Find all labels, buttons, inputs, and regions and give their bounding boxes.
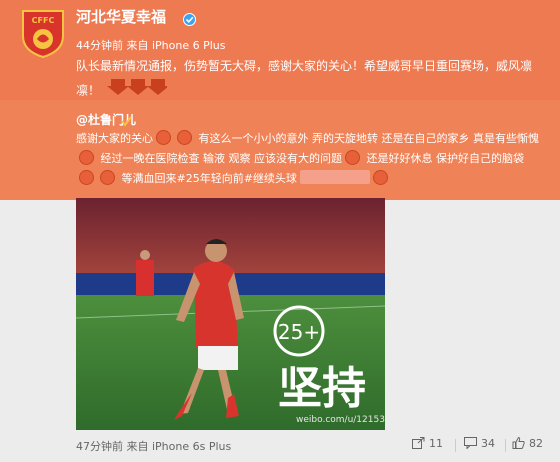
comment-button[interactable]: 34 (464, 437, 495, 452)
repost-seg-5[interactable]: 等满血回来#25年轻向前#继续头球 (122, 172, 297, 185)
post-text-block: 队长最新情况通报，伤势暂无大碍，感谢大家的关心！希望威哥早日重回赛场，威风凛凛！ (76, 54, 546, 104)
overlay-number: 25+ (278, 320, 320, 344)
share-button[interactable]: 11 (412, 437, 443, 452)
surprise-emoji-icon (79, 170, 94, 185)
post-photo[interactable]: 25+ 坚持 weibo.com/u/12153 (76, 198, 385, 430)
post-meta[interactable]: 44分钟前 来自 iPhone 6 Plus (76, 37, 226, 53)
shy-emoji-icon (79, 150, 94, 165)
overlay-word: 坚持 (278, 363, 366, 414)
share-icon (412, 437, 425, 452)
grin-emoji-icon (177, 130, 192, 145)
photo-watermark: weibo.com/u/12153 (296, 415, 385, 425)
repost-seg-2: 有这么一个小小的意外 弄的天旋地转 还是在自己的家乡 真是有些惭愧 (198, 132, 540, 145)
repost-seg-4: 还是好好休息 保护好自己的脑袋 (366, 152, 525, 165)
cry-emoji-icon (100, 170, 115, 185)
like-button[interactable]: 82 (512, 436, 543, 452)
divider (505, 439, 506, 452)
comment-count: 34 (481, 437, 495, 450)
logo-text: CFFC (32, 16, 55, 25)
account-name[interactable]: 河北华夏幸福 (76, 6, 166, 27)
comment-icon (464, 437, 477, 452)
club-logo-icon[interactable]: CFFC (20, 8, 66, 58)
smile-emoji-icon (156, 130, 171, 145)
thumbs-up-icon (512, 436, 525, 452)
photo-overlay-badge: 25+ 坚持 (272, 305, 382, 415)
repost-meta[interactable]: 47分钟前 来自 iPhone 6s Plus (76, 438, 231, 454)
like-count: 82 (529, 437, 543, 450)
divider (455, 439, 456, 452)
repost-seg-1: 感谢大家的关心 (76, 132, 153, 145)
nod-emoji-icon (345, 150, 360, 165)
share-count: 11 (429, 437, 443, 450)
repost-seg-3: 经过一晚在医院检查 输液 观察 应该没有大的问题 (100, 152, 343, 165)
repost-text: 感谢大家的关心 有这么一个小小的意外 弄的天旋地转 还是在自己的家乡 真是有些惭… (76, 129, 546, 189)
laugh-emoji-icon (372, 170, 388, 185)
verified-badge-icon (183, 11, 196, 30)
sticker-image (299, 170, 370, 184)
